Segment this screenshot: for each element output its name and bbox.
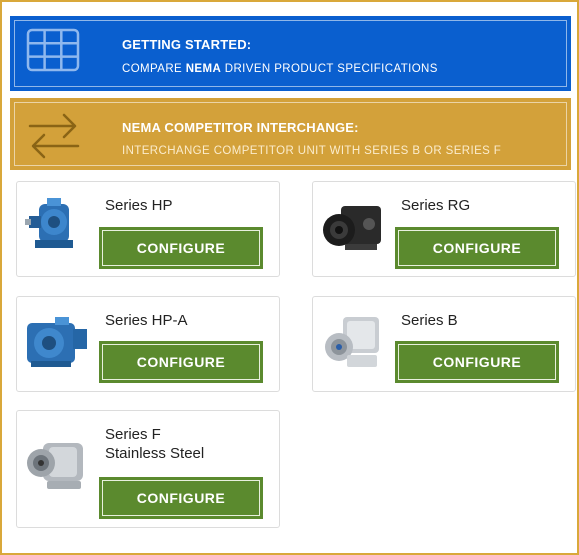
configure-button[interactable]: CONFIGURE: [99, 227, 263, 269]
product-name: Series RG: [401, 197, 471, 214]
product-name: Series HP: [105, 197, 173, 214]
configure-button[interactable]: CONFIGURE: [395, 227, 559, 269]
silver-bevel-gearbox-image: [325, 317, 379, 367]
product-name-line1: Series F: [105, 426, 161, 443]
grid-icon: [26, 28, 80, 72]
configure-button-label: CONFIGURE: [102, 344, 260, 380]
interchange-banner[interactable]: NEMA COMPETITOR INTERCHANGE: INTERCHANGE…: [10, 98, 571, 170]
product-card-series-b: Series B CONFIGURE: [312, 296, 576, 392]
configure-button-label: CONFIGURE: [398, 230, 556, 266]
configure-button-label: CONFIGURE: [102, 480, 260, 516]
product-card-series-rg: Series RG CONFIGURE: [312, 181, 576, 277]
product-name: Series F Stainless Steel: [105, 425, 204, 463]
subtitle-emphasis: NEMA: [185, 63, 222, 75]
product-name: Series HP-A: [105, 312, 188, 329]
configure-button[interactable]: CONFIGURE: [99, 341, 263, 383]
banner-inner-border: [14, 20, 567, 87]
black-gearbox-image: [323, 206, 381, 250]
product-name: Series B: [401, 312, 458, 329]
getting-started-title: GETTING STARTED:: [122, 37, 252, 52]
interchange-subtitle: INTERCHANGE COMPETITOR UNIT WITH SERIES …: [122, 145, 502, 157]
product-card-series-hp-a: Series HP-A CONFIGURE: [16, 296, 280, 392]
configure-button-label: CONFIGURE: [102, 230, 260, 266]
interchange-title: NEMA COMPETITOR INTERCHANGE:: [122, 120, 359, 135]
product-card-series-hp: Series HP CONFIGURE: [16, 181, 280, 277]
swap-arrows-icon: [28, 113, 80, 159]
configure-button-label: CONFIGURE: [398, 344, 556, 380]
blue-gearbox-image: [27, 317, 87, 367]
product-name-line2: Stainless Steel: [105, 445, 205, 462]
product-card-series-f: Series F Stainless Steel CONFIGURE: [16, 410, 280, 528]
configure-button[interactable]: CONFIGURE: [99, 477, 263, 519]
subtitle-prefix: COMPARE: [122, 63, 186, 75]
stainless-gearbox-image: [27, 443, 83, 489]
blue-worm-gearbox-image: [25, 198, 73, 248]
getting-started-banner[interactable]: GETTING STARTED: COMPARE NEMA DRIVEN PRO…: [10, 16, 571, 91]
getting-started-subtitle: COMPARE NEMA DRIVEN PRODUCT SPECIFICATIO…: [122, 63, 438, 75]
subtitle-suffix: DRIVEN PRODUCT SPECIFICATIONS: [221, 63, 438, 75]
configure-button[interactable]: CONFIGURE: [395, 341, 559, 383]
